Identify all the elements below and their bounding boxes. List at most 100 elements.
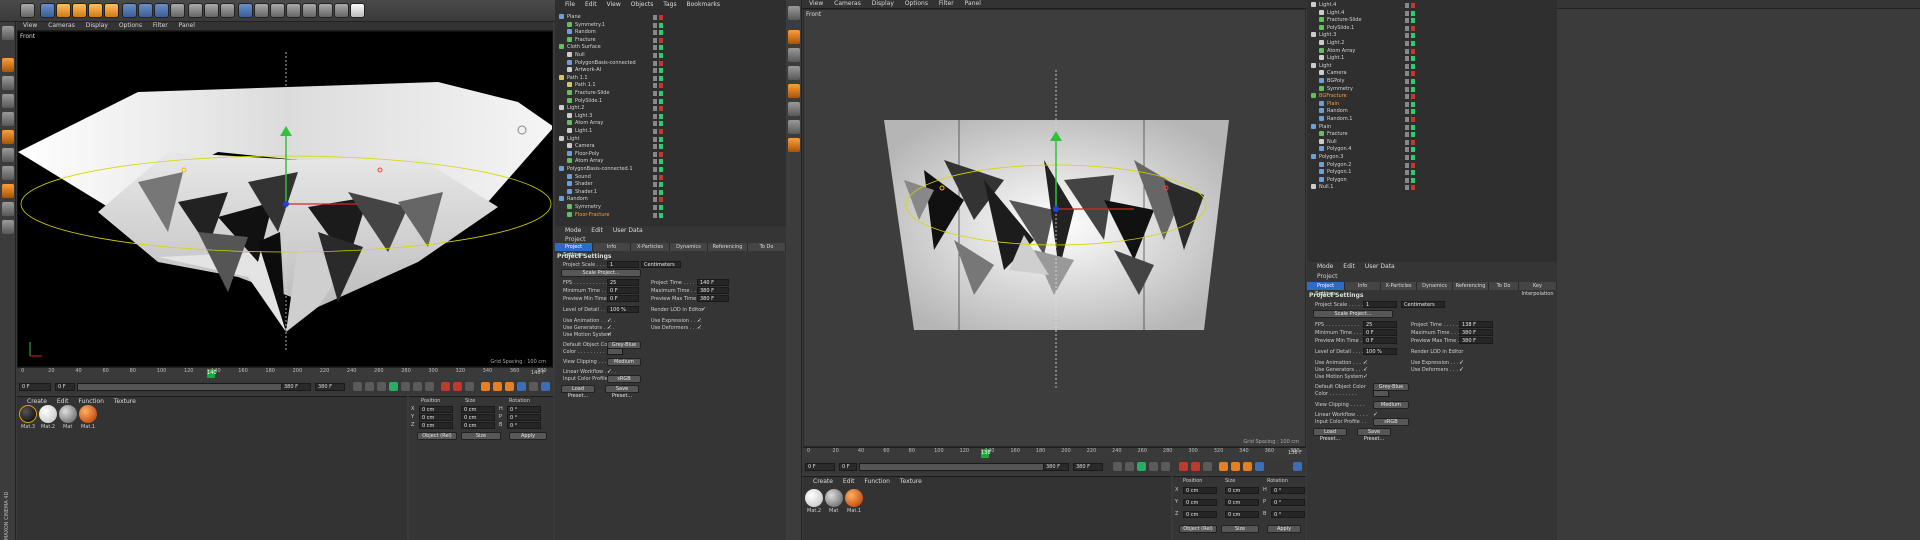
record-icon[interactable] — [441, 382, 450, 391]
goto-end-icon[interactable] — [425, 382, 434, 391]
object-row[interactable]: Fracture — [1307, 131, 1557, 139]
deformer-icon[interactable] — [302, 3, 317, 18]
object-row[interactable]: BGFracture — [1307, 93, 1557, 101]
frame-min-field[interactable]: 0 F — [55, 383, 75, 391]
key-rotation-icon[interactable] — [1243, 462, 1252, 471]
enable-toggle-icon[interactable] — [1411, 18, 1415, 24]
object-row[interactable]: Fracture-Slide — [555, 90, 786, 98]
key-pla-icon[interactable] — [529, 382, 538, 391]
mat-menu-texture[interactable]: Texture — [114, 398, 136, 405]
coord-pos[interactable]: 0 cm — [419, 406, 453, 413]
visibility-dot-icon[interactable] — [1405, 25, 1409, 31]
apply-button[interactable]: Apply — [1267, 525, 1301, 533]
viewport-menu-filter[interactable]: Filter — [153, 22, 168, 29]
enable-toggle-icon[interactable] — [1411, 3, 1415, 8]
attr-menu-userdata[interactable]: User Data — [1365, 263, 1395, 270]
object-row[interactable]: Floor-Poly — [555, 150, 786, 159]
texture-mode-icon[interactable] — [2, 76, 14, 90]
object-row[interactable]: Random — [555, 29, 786, 37]
tab-dynamics[interactable]: Dynamics — [670, 243, 708, 251]
visibility-dot-icon[interactable] — [653, 197, 657, 203]
tab-project-settings[interactable]: Project Settings — [555, 243, 593, 258]
use-generators-checkbox[interactable]: ✓ — [1363, 366, 1368, 373]
enable-toggle-icon[interactable] — [1411, 132, 1415, 138]
mat-menu-edit[interactable]: Edit — [843, 478, 855, 485]
project-scale-input[interactable]: 1 — [607, 261, 639, 268]
enable-toggle-icon[interactable] — [659, 68, 663, 74]
object-row[interactable]: Random.1 — [1307, 116, 1557, 124]
max-time-input[interactable]: 380 F — [1459, 329, 1493, 336]
coord-pos[interactable]: 0 cm — [419, 414, 453, 421]
use-expression-checkbox[interactable]: ✓ — [1459, 359, 1464, 366]
frame-range-end[interactable]: 380 F — [1043, 463, 1069, 471]
enable-toggle-icon[interactable] — [659, 159, 663, 165]
object-row[interactable]: Camera — [1307, 70, 1557, 78]
object-row[interactable]: Random — [1307, 108, 1557, 116]
viewport-menu-display[interactable]: Display — [872, 0, 894, 7]
object-row[interactable]: Symmetry.1 — [555, 21, 786, 30]
material-ball-mat2[interactable] — [805, 489, 823, 507]
obj-menu-view[interactable]: View — [607, 1, 621, 8]
enable-toggle-icon[interactable] — [659, 83, 663, 89]
autokey-icon[interactable] — [453, 382, 462, 391]
viewport-menu-options[interactable]: Options — [905, 0, 928, 7]
object-row[interactable]: Random — [555, 196, 786, 204]
enable-toggle-icon[interactable] — [659, 144, 663, 150]
visibility-dot-icon[interactable] — [653, 113, 657, 119]
visibility-dot-icon[interactable] — [1405, 94, 1409, 100]
material-ball-mat1[interactable] — [845, 489, 863, 507]
visibility-dot-icon[interactable] — [653, 45, 657, 51]
key-param-icon[interactable] — [1255, 462, 1264, 471]
enable-toggle-icon[interactable] — [1411, 86, 1415, 92]
enable-toggle-icon[interactable] — [659, 189, 663, 195]
enable-toggle-icon[interactable] — [659, 30, 663, 36]
visibility-dot-icon[interactable] — [1405, 155, 1409, 160]
lod-input[interactable]: 100 % — [607, 306, 639, 313]
enable-axis-icon[interactable] — [788, 120, 800, 134]
coord-mode-select[interactable]: Object (Rel) — [417, 432, 457, 440]
object-row[interactable]: PolySlide.1 — [1307, 24, 1557, 33]
visibility-dot-icon[interactable] — [1405, 170, 1409, 176]
enable-toggle-icon[interactable] — [659, 106, 663, 112]
points-mode-icon[interactable] — [788, 66, 800, 80]
object-row[interactable]: Null — [1307, 138, 1557, 147]
apply-button[interactable]: Apply — [509, 432, 547, 440]
object-row[interactable]: Atom Array — [1307, 47, 1557, 56]
render-settings-icon[interactable] — [220, 3, 235, 18]
next-frame-icon[interactable] — [1149, 462, 1158, 471]
enable-toggle-icon[interactable] — [659, 22, 663, 28]
obj-menu-edit[interactable]: Edit — [585, 1, 597, 8]
visibility-dot-icon[interactable] — [1405, 132, 1409, 138]
enable-toggle-icon[interactable] — [1411, 41, 1415, 46]
enable-toggle-icon[interactable] — [659, 75, 663, 81]
coord-rot[interactable]: 0 ° — [1271, 487, 1305, 494]
object-row[interactable]: Light.3 — [555, 112, 786, 121]
use-motion-checkbox[interactable]: ✓ — [1363, 373, 1368, 380]
goto-start-icon[interactable] — [353, 382, 362, 391]
object-row[interactable]: Plain — [1307, 123, 1557, 132]
enable-toggle-icon[interactable] — [1411, 117, 1415, 122]
object-row[interactable]: Fracture-Slide — [1307, 17, 1557, 25]
enable-toggle-icon[interactable] — [1411, 25, 1415, 31]
view-clipping-select[interactable]: Medium — [607, 358, 641, 366]
coord-rot[interactable]: 0 ° — [507, 406, 541, 413]
visibility-dot-icon[interactable] — [653, 22, 657, 28]
use-deformers-checkbox[interactable]: ✓ — [697, 324, 702, 331]
edges-mode-icon[interactable] — [788, 84, 800, 98]
preview-max-input[interactable]: 380 F — [1459, 337, 1493, 344]
visibility-dot-icon[interactable] — [1405, 63, 1409, 69]
keyframe-selection-icon[interactable] — [465, 382, 474, 391]
playhead[interactable]: 138 — [981, 449, 991, 458]
visibility-dot-icon[interactable] — [1405, 86, 1409, 92]
enable-toggle-icon[interactable] — [659, 60, 663, 66]
object-row[interactable]: Polygon.4 — [1307, 146, 1557, 154]
coord-system-icon[interactable] — [170, 3, 185, 18]
points-mode-icon[interactable] — [2, 112, 14, 126]
enable-toggle-icon[interactable] — [1411, 79, 1415, 84]
visibility-dot-icon[interactable] — [653, 60, 657, 66]
enable-toggle-icon[interactable] — [1411, 33, 1415, 39]
key-param-icon[interactable] — [517, 382, 526, 391]
coord-pos[interactable]: 0 cm — [1183, 499, 1217, 506]
object-row[interactable]: Artwork-AI — [555, 67, 786, 75]
viewport-menu-panel[interactable]: Panel — [965, 0, 981, 7]
